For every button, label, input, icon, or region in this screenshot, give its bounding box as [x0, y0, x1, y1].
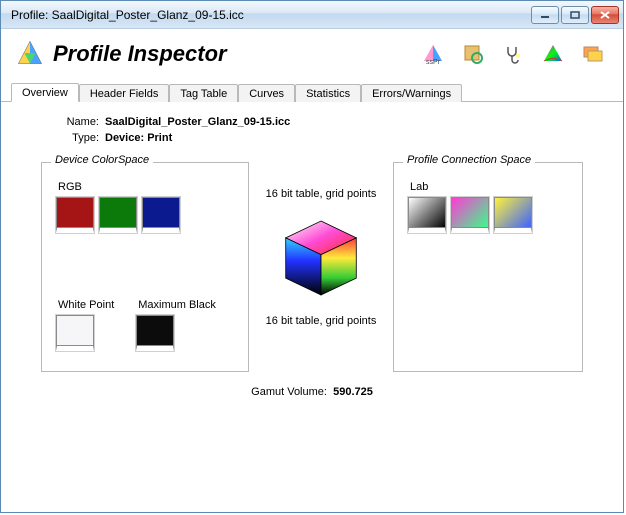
lut-cube-icon	[279, 216, 363, 303]
tab-overview[interactable]: Overview	[11, 83, 79, 102]
swatch-blue[interactable]	[142, 197, 180, 233]
tab-tag-table[interactable]: Tag Table	[169, 84, 238, 102]
maximize-button[interactable]	[561, 6, 589, 24]
tab-label: Tag Table	[180, 88, 227, 100]
gamut-label: Gamut Volume:	[251, 386, 327, 398]
toolbar-refresh-button[interactable]	[457, 38, 489, 70]
tab-errors[interactable]: Errors/Warnings	[361, 84, 462, 102]
tab-label: Curves	[249, 88, 284, 100]
window-title: Profile: SaalDigital_Poster_Glanz_09-15.…	[9, 8, 531, 22]
maxblack-label: Maximum Black	[138, 299, 216, 311]
tab-curves[interactable]: Curves	[238, 84, 295, 102]
rgb-swatches	[56, 197, 234, 233]
gamut-value: 590.725	[333, 386, 373, 398]
window-buttons	[531, 6, 619, 24]
minimize-button[interactable]	[531, 6, 559, 24]
lut-center-column: 16 bit table, grid points	[249, 162, 393, 333]
panels-row: Device ColorSpace RGB White Point	[41, 162, 583, 372]
swatch-whitepoint[interactable]	[56, 315, 94, 351]
b2a-label: 16 bit table, grid points	[266, 315, 377, 327]
pcs-group: Profile Connection Space Lab	[393, 162, 583, 372]
swatch-maxblack[interactable]	[136, 315, 174, 351]
type-value: Device: Print	[105, 132, 172, 144]
a2b-label: 16 bit table, grid points	[266, 188, 377, 200]
overview-panel: Name: SaalDigital_Poster_Glanz_09-15.icc…	[1, 102, 623, 402]
whitepoint-label: White Point	[58, 299, 114, 311]
swatch-red[interactable]	[56, 197, 94, 233]
toolbar-gamut-button[interactable]	[537, 38, 569, 70]
name-label: Name:	[41, 116, 99, 128]
toolbar-diagnose-button[interactable]	[497, 38, 529, 70]
profile-type-row: Type: Device: Print	[41, 132, 583, 144]
svg-text:ssPr: ssPr	[426, 59, 441, 65]
tab-label: Errors/Warnings	[372, 88, 451, 100]
titlebar: Profile: SaalDigital_Poster_Glanz_09-15.…	[1, 1, 623, 29]
pcs-group-title: Profile Connection Space	[403, 154, 535, 166]
app-header: Profile Inspector ssPr	[1, 29, 623, 79]
swatch-lab-l[interactable]	[408, 197, 446, 233]
swatch-lab-a[interactable]	[451, 197, 489, 233]
app-title: Profile Inspector	[53, 41, 417, 67]
tab-header-fields[interactable]: Header Fields	[79, 84, 169, 102]
pcs-primary-label: Lab	[410, 181, 568, 193]
toolbar-compare-button[interactable]	[577, 38, 609, 70]
tab-label: Statistics	[306, 88, 350, 100]
toolbar: ssPr	[417, 38, 609, 70]
device-group-title: Device ColorSpace	[51, 154, 153, 166]
toolbar-open-profile-button[interactable]: ssPr	[417, 38, 449, 70]
tab-statistics[interactable]: Statistics	[295, 84, 361, 102]
device-primary-label: RGB	[58, 181, 234, 193]
device-colorspace-group: Device ColorSpace RGB White Point	[41, 162, 249, 372]
close-button[interactable]	[591, 6, 619, 24]
app-logo-icon	[15, 39, 45, 69]
window: Profile: SaalDigital_Poster_Glanz_09-15.…	[0, 0, 624, 513]
tab-bar: Overview Header Fields Tag Table Curves …	[1, 79, 623, 102]
lab-swatches	[408, 197, 568, 233]
gamut-volume-row: Gamut Volume: 590.725	[41, 386, 583, 398]
tab-label: Header Fields	[90, 88, 158, 100]
tab-label: Overview	[22, 87, 68, 99]
profile-name-row: Name: SaalDigital_Poster_Glanz_09-15.icc	[41, 116, 583, 128]
swatch-green[interactable]	[99, 197, 137, 233]
swatch-lab-b[interactable]	[494, 197, 532, 233]
type-label: Type:	[41, 132, 99, 144]
name-value: SaalDigital_Poster_Glanz_09-15.icc	[105, 116, 290, 128]
